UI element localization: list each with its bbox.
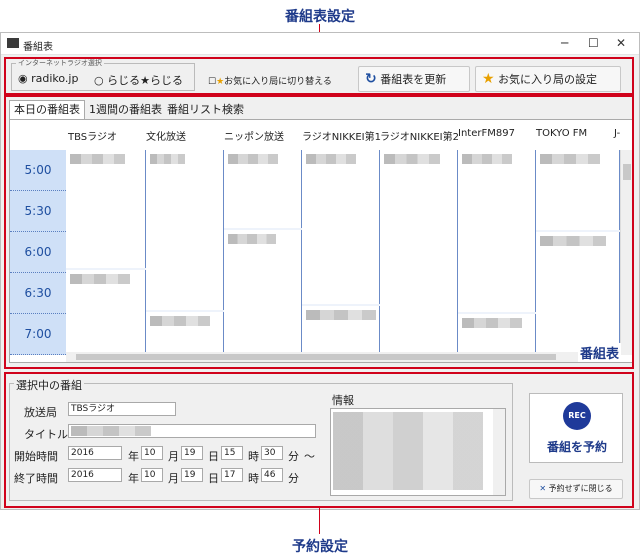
window-title: 番組表 bbox=[23, 42, 53, 53]
minimize-button[interactable]: ─ bbox=[561, 36, 568, 50]
title-bar: 番組表 ─ ☐ ✕ bbox=[1, 33, 639, 55]
highlight-program-settings bbox=[4, 57, 634, 95]
close-button[interactable]: ✕ bbox=[616, 36, 626, 50]
maximize-button[interactable]: ☐ bbox=[588, 36, 599, 50]
callout-line-bottom bbox=[319, 508, 320, 534]
app-icon bbox=[7, 38, 19, 48]
callout-program-settings: 番組表設定 bbox=[285, 9, 355, 25]
highlight-program-grid bbox=[4, 95, 634, 369]
highlight-reserve-settings bbox=[4, 372, 634, 508]
callout-program-grid: 番組表 bbox=[578, 343, 622, 362]
callout-reserve-settings: 予約設定 bbox=[292, 539, 348, 555]
